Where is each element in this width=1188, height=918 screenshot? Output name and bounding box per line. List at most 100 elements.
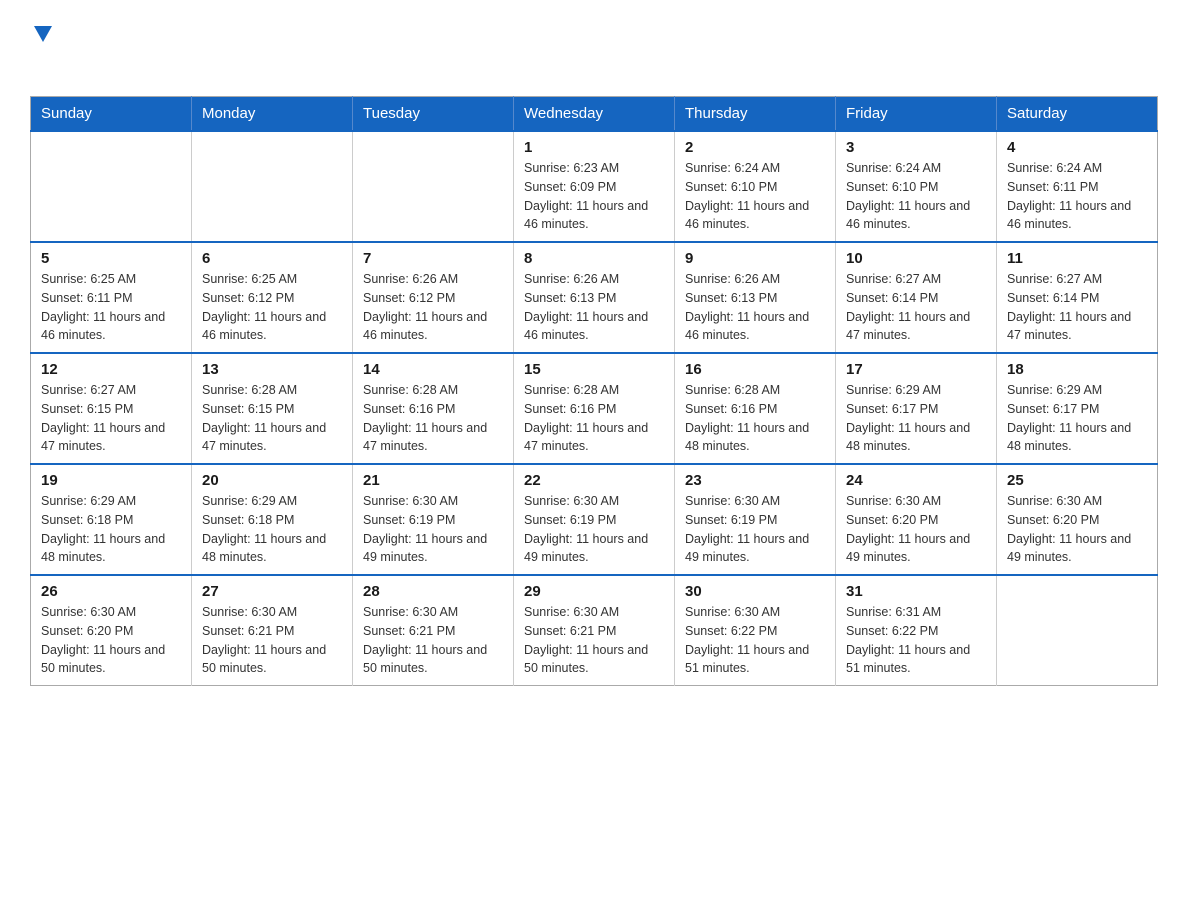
calendar-cell: 22 Sunrise: 6:30 AMSunset: 6:19 PMDayligh… [514,464,675,575]
calendar-cell: 19 Sunrise: 6:29 AMSunset: 6:18 PMDayligh… [31,464,192,575]
day-info: Sunrise: 6:27 AMSunset: 6:14 PMDaylight:… [846,270,986,345]
calendar-cell: 29 Sunrise: 6:30 AMSunset: 6:21 PMDayligh… [514,575,675,686]
calendar-week-row: 12 Sunrise: 6:27 AMSunset: 6:15 PMDayligh… [31,353,1158,464]
calendar-header-tuesday: Tuesday [353,97,514,132]
logo-triangle-icon [32,22,54,44]
calendar-cell: 30 Sunrise: 6:30 AMSunset: 6:22 PMDayligh… [675,575,836,686]
calendar-cell: 26Sunrise: 6:30 AMSunset: 6:20 PMDayligh… [31,575,192,686]
day-number: 7 [363,250,503,267]
day-info: Sunrise: 6:24 AMSunset: 6:10 PMDaylight:… [685,159,825,234]
day-number: 24 [846,472,986,489]
calendar-cell: 4 Sunrise: 6:24 AMSunset: 6:11 PMDaylight… [997,131,1158,242]
calendar-header-friday: Friday [836,97,997,132]
calendar-header-thursday: Thursday [675,97,836,132]
calendar-cell: 12 Sunrise: 6:27 AMSunset: 6:15 PMDayligh… [31,353,192,464]
day-number: 9 [685,250,825,267]
calendar-cell: 3 Sunrise: 6:24 AMSunset: 6:10 PMDaylight… [836,131,997,242]
day-info: Sunrise: 6:28 AMSunset: 6:16 PMDaylight:… [363,381,503,456]
day-info: Sunrise: 6:29 AMSunset: 6:17 PMDaylight:… [846,381,986,456]
calendar-header-monday: Monday [192,97,353,132]
day-number: 17 [846,361,986,378]
calendar-week-row: 19 Sunrise: 6:29 AMSunset: 6:18 PMDayligh… [31,464,1158,575]
day-number: 14 [363,361,503,378]
day-number: 27 [202,583,342,600]
day-number: 22 [524,472,664,489]
calendar-week-row: 1Sunrise: 6:23 AMSunset: 6:09 PMDaylight… [31,131,1158,242]
day-number: 2 [685,139,825,156]
calendar-cell: 16 Sunrise: 6:28 AMSunset: 6:16 PMDayligh… [675,353,836,464]
calendar-cell: 9 Sunrise: 6:26 AMSunset: 6:13 PMDaylight… [675,242,836,353]
day-info: Sunrise: 6:30 AMSunset: 6:19 PMDaylight:… [685,492,825,567]
calendar-header-sunday: Sunday [31,97,192,132]
day-number: 16 [685,361,825,378]
day-number: 10 [846,250,986,267]
calendar-cell: 10 Sunrise: 6:27 AMSunset: 6:14 PMDayligh… [836,242,997,353]
day-number: 29 [524,583,664,600]
day-info: Sunrise: 6:29 AMSunset: 6:18 PMDaylight:… [41,492,181,567]
day-number: 13 [202,361,342,378]
day-info: Sunrise: 6:24 AMSunset: 6:11 PMDaylight:… [1007,159,1147,234]
calendar-cell: 8Sunrise: 6:26 AMSunset: 6:13 PMDaylight… [514,242,675,353]
calendar-table: SundayMondayTuesdayWednesdayThursdayFrid… [30,96,1158,686]
calendar-cell: 11Sunrise: 6:27 AMSunset: 6:14 PMDayligh… [997,242,1158,353]
calendar-cell: 24 Sunrise: 6:30 AMSunset: 6:20 PMDayligh… [836,464,997,575]
calendar-cell: 27Sunrise: 6:30 AMSunset: 6:21 PMDayligh… [192,575,353,686]
day-info: Sunrise: 6:27 AMSunset: 6:15 PMDaylight:… [41,381,181,456]
day-number: 23 [685,472,825,489]
day-info: Sunrise: 6:30 AMSunset: 6:21 PMDaylight:… [524,603,664,678]
calendar-week-row: 26Sunrise: 6:30 AMSunset: 6:20 PMDayligh… [31,575,1158,686]
calendar-cell: 18 Sunrise: 6:29 AMSunset: 6:17 PMDayligh… [997,353,1158,464]
calendar-cell [997,575,1158,686]
calendar-cell: 21 Sunrise: 6:30 AMSunset: 6:19 PMDayligh… [353,464,514,575]
day-info: Sunrise: 6:25 AMSunset: 6:12 PMDaylight:… [202,270,342,345]
day-number: 31 [846,583,986,600]
day-number: 5 [41,250,181,267]
day-number: 12 [41,361,181,378]
day-info: Sunrise: 6:31 AMSunset: 6:22 PMDaylight:… [846,603,986,678]
calendar-header-wednesday: Wednesday [514,97,675,132]
calendar-cell: 28 Sunrise: 6:30 AMSunset: 6:21 PMDayligh… [353,575,514,686]
day-number: 26 [41,583,181,600]
calendar-cell: 23 Sunrise: 6:30 AMSunset: 6:19 PMDayligh… [675,464,836,575]
day-number: 1 [524,139,664,156]
calendar-cell: 20Sunrise: 6:29 AMSunset: 6:18 PMDayligh… [192,464,353,575]
calendar-cell: 14 Sunrise: 6:28 AMSunset: 6:16 PMDayligh… [353,353,514,464]
day-info: Sunrise: 6:30 AMSunset: 6:22 PMDaylight:… [685,603,825,678]
calendar-cell [31,131,192,242]
day-info: Sunrise: 6:27 AMSunset: 6:14 PMDaylight:… [1007,270,1147,345]
day-number: 19 [41,472,181,489]
calendar-cell [353,131,514,242]
day-info: Sunrise: 6:29 AMSunset: 6:17 PMDaylight:… [1007,381,1147,456]
day-info: Sunrise: 6:26 AMSunset: 6:13 PMDaylight:… [685,270,825,345]
calendar-cell: 7 Sunrise: 6:26 AMSunset: 6:12 PMDaylight… [353,242,514,353]
day-info: Sunrise: 6:28 AMSunset: 6:15 PMDaylight:… [202,381,342,456]
day-info: Sunrise: 6:30 AMSunset: 6:19 PMDaylight:… [524,492,664,567]
day-info: Sunrise: 6:24 AMSunset: 6:10 PMDaylight:… [846,159,986,234]
logo [30,20,54,78]
day-info: Sunrise: 6:25 AMSunset: 6:11 PMDaylight:… [41,270,181,345]
day-info: Sunrise: 6:26 AMSunset: 6:12 PMDaylight:… [363,270,503,345]
day-number: 8 [524,250,664,267]
day-number: 3 [846,139,986,156]
calendar-cell: 13 Sunrise: 6:28 AMSunset: 6:15 PMDayligh… [192,353,353,464]
calendar-cell: 5 Sunrise: 6:25 AMSunset: 6:11 PMDaylight… [31,242,192,353]
calendar-week-row: 5 Sunrise: 6:25 AMSunset: 6:11 PMDaylight… [31,242,1158,353]
day-info: Sunrise: 6:29 AMSunset: 6:18 PMDaylight:… [202,492,342,567]
day-info: Sunrise: 6:30 AMSunset: 6:20 PMDaylight:… [846,492,986,567]
day-number: 28 [363,583,503,600]
day-number: 21 [363,472,503,489]
calendar-cell [192,131,353,242]
day-number: 4 [1007,139,1147,156]
day-info: Sunrise: 6:30 AMSunset: 6:19 PMDaylight:… [363,492,503,567]
day-info: Sunrise: 6:30 AMSunset: 6:21 PMDaylight:… [363,603,503,678]
calendar-cell: 15Sunrise: 6:28 AMSunset: 6:16 PMDayligh… [514,353,675,464]
calendar-cell: 6Sunrise: 6:25 AMSunset: 6:12 PMDaylight… [192,242,353,353]
day-number: 18 [1007,361,1147,378]
day-info: Sunrise: 6:28 AMSunset: 6:16 PMDaylight:… [524,381,664,456]
day-info: Sunrise: 6:28 AMSunset: 6:16 PMDaylight:… [685,381,825,456]
day-number: 30 [685,583,825,600]
page-header [30,20,1158,78]
calendar-header-saturday: Saturday [997,97,1158,132]
calendar-cell: 1Sunrise: 6:23 AMSunset: 6:09 PMDaylight… [514,131,675,242]
calendar-cell: 25Sunrise: 6:30 AMSunset: 6:20 PMDayligh… [997,464,1158,575]
